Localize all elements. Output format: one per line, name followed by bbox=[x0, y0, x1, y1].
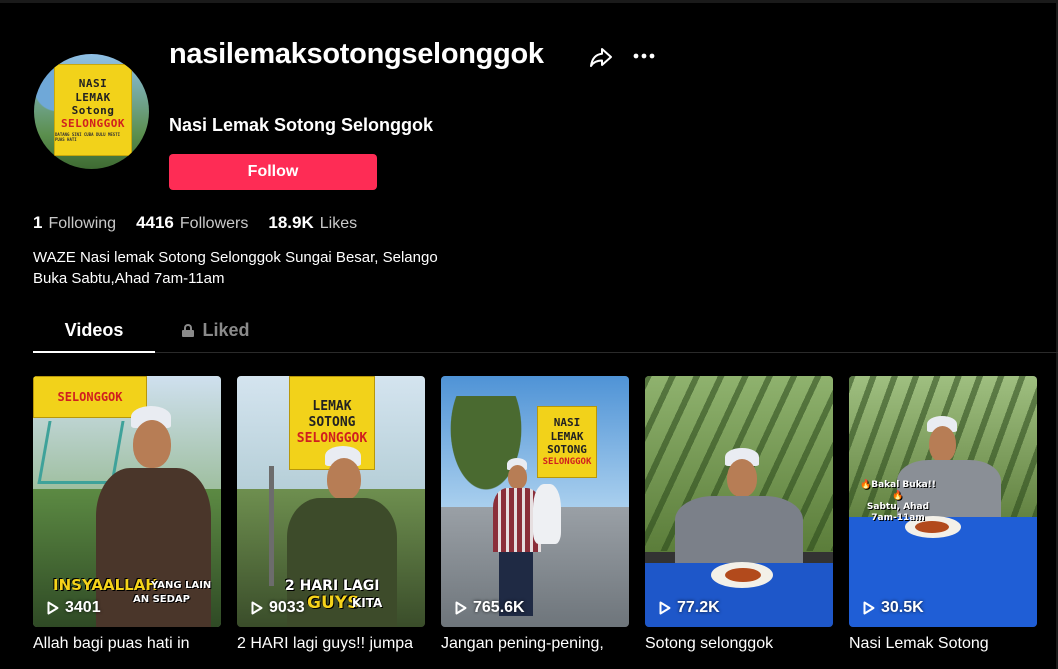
video-thumbnail[interactable]: 77.2K bbox=[645, 376, 833, 627]
video-overlay-line: 🔥Bakal Buka!!🔥 bbox=[860, 480, 936, 501]
view-count: 77.2K bbox=[659, 599, 720, 617]
stat-following[interactable]: 1 Following bbox=[33, 213, 116, 233]
share-icon bbox=[590, 48, 612, 67]
video-overlay-text: 🔥Bakal Buka!!🔥 Sabtu, Ahad 7am-11am bbox=[859, 480, 937, 524]
tab-label: Videos bbox=[64, 319, 124, 340]
video-caption[interactable]: Jangan pening-pening, bbox=[441, 635, 629, 653]
video-sign-text: SELONGGOK bbox=[57, 389, 123, 404]
stat-likes: 18.9K Likes bbox=[268, 213, 357, 233]
view-count: 765.6K bbox=[455, 599, 525, 617]
stat-followers[interactable]: 4416 Followers bbox=[136, 213, 248, 233]
video-thumbnail[interactable]: SELONGGOK INSYAALLAH YANG LAIN AN SEDAP … bbox=[33, 376, 221, 627]
video-caption[interactable]: Sotong selonggok bbox=[645, 635, 833, 653]
video-sign-text: SELONGGOK bbox=[296, 431, 368, 447]
view-count-value: 9033 bbox=[269, 599, 305, 616]
video-card[interactable]: 77.2K Sotong selonggok bbox=[645, 376, 833, 653]
more-icon bbox=[633, 53, 655, 59]
stat-label: Followers bbox=[179, 215, 249, 232]
tab-label: Liked bbox=[202, 319, 250, 340]
video-sign-text: SELONGGOK bbox=[542, 457, 592, 467]
tab-liked[interactable]: Liked bbox=[155, 308, 277, 352]
avatar-sign: NASI LEMAK Sotong SELONGGOK DATANG SINI … bbox=[54, 64, 132, 156]
view-count: 30.5K bbox=[863, 599, 924, 617]
video-sign-text: SOTONG bbox=[547, 443, 587, 457]
video-overlay-line: 7am-11am bbox=[871, 513, 925, 523]
stat-label: Likes bbox=[319, 215, 358, 232]
video-card[interactable]: LEMAK SOTONG SELONGGOK 2 HARI LAGI GUYS … bbox=[237, 376, 425, 653]
window-top-border bbox=[0, 0, 1058, 3]
tab-videos[interactable]: Videos bbox=[33, 308, 155, 353]
avatar-sign-small: DATANG SINI CUBA DULU MESTI PUAS HATI bbox=[55, 132, 121, 142]
video-thumbnail[interactable]: NASI LEMAK SOTONG SELONGGOK 765.6K bbox=[441, 376, 629, 627]
profile-tabs: Videos Liked bbox=[33, 308, 1058, 353]
video-card[interactable]: NASI LEMAK SOTONG SELONGGOK 765.6K Janga… bbox=[441, 376, 629, 653]
video-card[interactable]: 🔥Bakal Buka!!🔥 Sabtu, Ahad 7am-11am 30.5… bbox=[849, 376, 1037, 653]
avatar-sign-line: LEMAK bbox=[75, 90, 111, 104]
video-overlay-text: INSYAALLAH bbox=[53, 576, 158, 594]
video-caption[interactable]: Allah bagi puas hati in bbox=[33, 635, 221, 653]
play-icon bbox=[863, 601, 875, 615]
view-count: 3401 bbox=[47, 599, 101, 617]
bio-line: Buka Sabtu,Ahad 7am-11am bbox=[33, 270, 225, 287]
video-overlay-text: YANG LAIN bbox=[151, 580, 212, 591]
view-count-value: 3401 bbox=[65, 599, 101, 616]
avatar-sign-line: SELONGGOK bbox=[60, 116, 126, 130]
video-card[interactable]: SELONGGOK INSYAALLAH YANG LAIN AN SEDAP … bbox=[33, 376, 221, 653]
video-overlay-text: AN SEDAP bbox=[133, 594, 190, 605]
view-count: 9033 bbox=[251, 599, 305, 617]
video-sign-text: LEMAK bbox=[550, 429, 584, 443]
profile-stats: 1 Following 4416 Followers 18.9K Likes bbox=[33, 213, 357, 233]
lock-icon bbox=[182, 323, 195, 337]
video-caption[interactable]: 2 HARI lagi guys!! jumpa bbox=[237, 635, 425, 653]
video-thumbnail[interactable]: LEMAK SOTONG SELONGGOK 2 HARI LAGI GUYS … bbox=[237, 376, 425, 627]
bio-line: WAZE Nasi lemak Sotong Selonggok Sungai … bbox=[33, 249, 438, 266]
follow-button[interactable]: Follow bbox=[169, 154, 377, 190]
video-overlay-text: KITA bbox=[352, 596, 383, 610]
play-icon bbox=[47, 601, 59, 615]
video-sign-text: NASI bbox=[553, 415, 581, 429]
view-count-value: 30.5K bbox=[881, 599, 924, 616]
stat-label: Following bbox=[48, 215, 117, 232]
play-icon bbox=[251, 601, 263, 615]
stat-value: 1 bbox=[33, 213, 43, 232]
video-caption[interactable]: Nasi Lemak Sotong bbox=[849, 635, 1037, 653]
bio: WAZE Nasi lemak Sotong Selonggok Sungai … bbox=[33, 247, 438, 289]
stat-value: 18.9K bbox=[268, 213, 314, 232]
avatar-sign-line: Sotong bbox=[71, 103, 115, 117]
play-icon bbox=[455, 601, 467, 615]
view-count-value: 77.2K bbox=[677, 599, 720, 616]
play-icon bbox=[659, 601, 671, 615]
video-sign: NASI LEMAK SOTONG SELONGGOK bbox=[537, 406, 597, 478]
avatar[interactable]: NASI LEMAK Sotong SELONGGOK DATANG SINI … bbox=[34, 54, 149, 169]
avatar-sign-line: NASI bbox=[78, 77, 108, 91]
stat-value: 4416 bbox=[136, 213, 174, 232]
view-count-value: 765.6K bbox=[473, 599, 525, 616]
video-sign-text: LEMAK bbox=[312, 398, 352, 414]
video-overlay-line: Sabtu, Ahad bbox=[866, 502, 930, 512]
video-overlay-text: 2 HARI LAGI bbox=[285, 578, 380, 594]
video-thumbnail[interactable]: 🔥Bakal Buka!!🔥 Sabtu, Ahad 7am-11am 30.5… bbox=[849, 376, 1037, 627]
more-options-button[interactable] bbox=[631, 46, 657, 66]
share-button[interactable] bbox=[588, 44, 614, 70]
username: nasilemaksotongselonggok bbox=[169, 38, 544, 70]
video-sign-text: SOTONG bbox=[308, 414, 356, 430]
display-name: Nasi Lemak Sotong Selonggok bbox=[169, 115, 434, 135]
